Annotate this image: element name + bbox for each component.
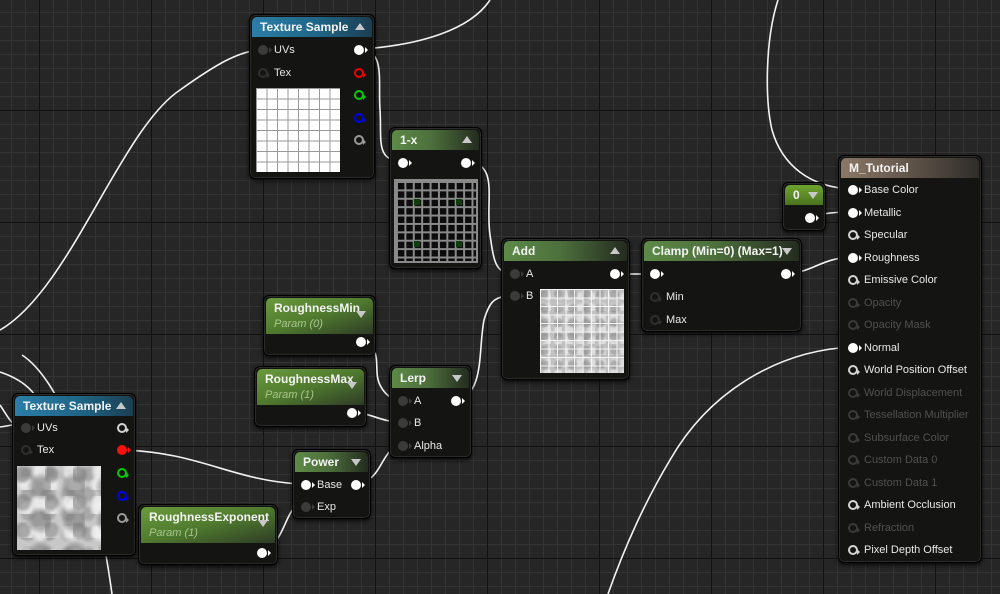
expand-arrow-icon[interactable] bbox=[347, 382, 357, 389]
pin-label: World Displacement bbox=[864, 386, 963, 399]
node-subtitle: Param (1) bbox=[149, 527, 198, 539]
pin-connector-icon[interactable] bbox=[848, 365, 860, 375]
texture-sample-node-bottom[interactable]: Texture Sample UVs Tex bbox=[12, 393, 136, 556]
expand-arrow-icon[interactable] bbox=[258, 520, 268, 527]
node-title: RoughnessExponent bbox=[149, 510, 270, 524]
node-header[interactable]: Power bbox=[295, 452, 368, 472]
pin-connector-icon[interactable] bbox=[848, 410, 860, 420]
node-title: M_Tutorial bbox=[849, 161, 909, 175]
pin-label: Tessellation Multiplier bbox=[864, 409, 969, 421]
pin-label: Opacity bbox=[864, 296, 902, 309]
roughness-exponent-param-node[interactable]: RoughnessExponent Param (1) bbox=[138, 504, 278, 565]
collapse-arrow-icon[interactable] bbox=[610, 247, 620, 254]
lerp-node[interactable]: Lerp A B Alpha bbox=[389, 365, 472, 458]
one-minus-node[interactable]: 1-x bbox=[389, 127, 482, 269]
node-subtitle: Param (1) bbox=[265, 389, 314, 401]
node-header[interactable]: Lerp bbox=[392, 368, 469, 388]
pin-connector-icon[interactable] bbox=[848, 275, 860, 285]
pin-label: Ambient Occlusion bbox=[864, 499, 956, 511]
expand-arrow-icon[interactable] bbox=[808, 192, 818, 199]
roughness-max-param-node[interactable]: RoughnessMax Param (1) bbox=[254, 366, 367, 427]
node-header[interactable]: Texture Sample bbox=[15, 396, 133, 416]
pin-connector-icon[interactable] bbox=[848, 522, 860, 533]
pin-connector-icon[interactable] bbox=[848, 455, 860, 465]
node-header[interactable]: Add bbox=[504, 241, 627, 261]
pin-connector-icon[interactable] bbox=[848, 432, 860, 443]
texture-preview bbox=[256, 88, 340, 172]
node-title: Power bbox=[303, 455, 340, 469]
node-header[interactable]: 0 bbox=[785, 185, 823, 205]
node-title: RoughnessMax bbox=[265, 372, 354, 386]
node-header[interactable]: Clamp (Min=0) (Max=1) bbox=[644, 241, 799, 261]
pin-connector-icon[interactable] bbox=[848, 230, 860, 240]
add-node[interactable]: Add A B bbox=[501, 238, 630, 380]
power-node[interactable]: Power Base Exp bbox=[292, 449, 371, 519]
texture-preview bbox=[17, 466, 101, 550]
node-title: Texture Sample bbox=[260, 20, 349, 34]
wire-offscreen-to-texture-sample-top-uvs bbox=[0, 49, 263, 331]
pin-label: Roughness bbox=[864, 251, 920, 264]
pin-label: Base Color bbox=[864, 184, 919, 196]
texture-preview bbox=[540, 289, 624, 373]
node-title: 1-x bbox=[400, 133, 418, 147]
expand-arrow-icon[interactable] bbox=[356, 311, 366, 318]
expand-arrow-icon[interactable] bbox=[452, 375, 462, 382]
constant-node[interactable]: 0 bbox=[782, 182, 826, 231]
collapse-arrow-icon[interactable] bbox=[116, 402, 126, 409]
node-header[interactable]: 1-x bbox=[392, 130, 479, 150]
pin-label: World Position Offset bbox=[864, 364, 967, 376]
pin-label: Normal bbox=[864, 341, 900, 354]
collapse-arrow-icon[interactable] bbox=[355, 23, 365, 30]
material-output-node[interactable]: M_Tutorial Base Color Metallic Specular Rou… bbox=[838, 155, 982, 563]
wire-texture-sample-top-rgb-to-offscreen bbox=[361, 0, 491, 50]
clamp-node[interactable]: Clamp (Min=0) (Max=1) Min Max bbox=[641, 238, 802, 332]
pin-connector-icon[interactable] bbox=[848, 387, 860, 398]
pin-connector-icon[interactable] bbox=[848, 477, 860, 488]
node-header[interactable]: RoughnessExponent Param (1) bbox=[141, 507, 275, 543]
node-header[interactable]: RoughnessMax Param (1) bbox=[257, 369, 364, 405]
roughness-min-param-node[interactable]: RoughnessMin Param (0) bbox=[263, 295, 376, 356]
texture-preview bbox=[394, 179, 478, 263]
pin-label: Specular bbox=[864, 229, 908, 241]
node-header[interactable]: M_Tutorial bbox=[841, 158, 979, 178]
node-title: Clamp (Min=0) (Max=1) bbox=[652, 244, 783, 258]
pin-label: Metallic bbox=[864, 206, 902, 219]
pin-label: Refraction bbox=[864, 521, 915, 534]
texture-sample-node-top[interactable]: Texture Sample UVs Tex bbox=[249, 14, 375, 179]
pin-label: Custom Data 0 bbox=[864, 454, 938, 466]
pin-connector-icon[interactable] bbox=[848, 500, 860, 510]
pin-label: Opacity Mask bbox=[864, 319, 931, 331]
wire-texture-sample-bottom-r-to-power-base bbox=[120, 449, 301, 485]
wire-offscreen-to-normal bbox=[607, 346, 854, 594]
pin-connector-icon[interactable] bbox=[848, 320, 860, 330]
expand-arrow-icon[interactable] bbox=[782, 248, 792, 255]
collapse-arrow-icon[interactable] bbox=[462, 136, 472, 143]
pin-label: Emissive Color bbox=[864, 274, 938, 286]
pin-label: Subsurface Color bbox=[864, 431, 949, 444]
expand-arrow-icon[interactable] bbox=[351, 459, 361, 466]
node-title: Lerp bbox=[400, 371, 427, 385]
pin-connector-icon[interactable] bbox=[848, 342, 862, 353]
node-subtitle: Param (0) bbox=[274, 318, 323, 330]
pin-connector-icon[interactable] bbox=[848, 297, 860, 308]
node-header[interactable]: Texture Sample bbox=[252, 17, 372, 37]
pin-connector-icon[interactable] bbox=[848, 545, 860, 555]
pin-connector-icon[interactable] bbox=[848, 207, 862, 218]
pin-label: Custom Data 1 bbox=[864, 476, 938, 489]
node-header[interactable]: RoughnessMin Param (0) bbox=[266, 298, 373, 334]
node-title: Add bbox=[512, 244, 536, 258]
node-title: RoughnessMin bbox=[274, 301, 360, 315]
pin-label: Pixel Depth Offset bbox=[864, 544, 953, 556]
pin-connector-icon[interactable] bbox=[848, 252, 862, 263]
pin-connector-icon[interactable] bbox=[848, 185, 862, 195]
node-title: Texture Sample bbox=[23, 399, 112, 413]
node-value: 0 bbox=[793, 188, 800, 202]
